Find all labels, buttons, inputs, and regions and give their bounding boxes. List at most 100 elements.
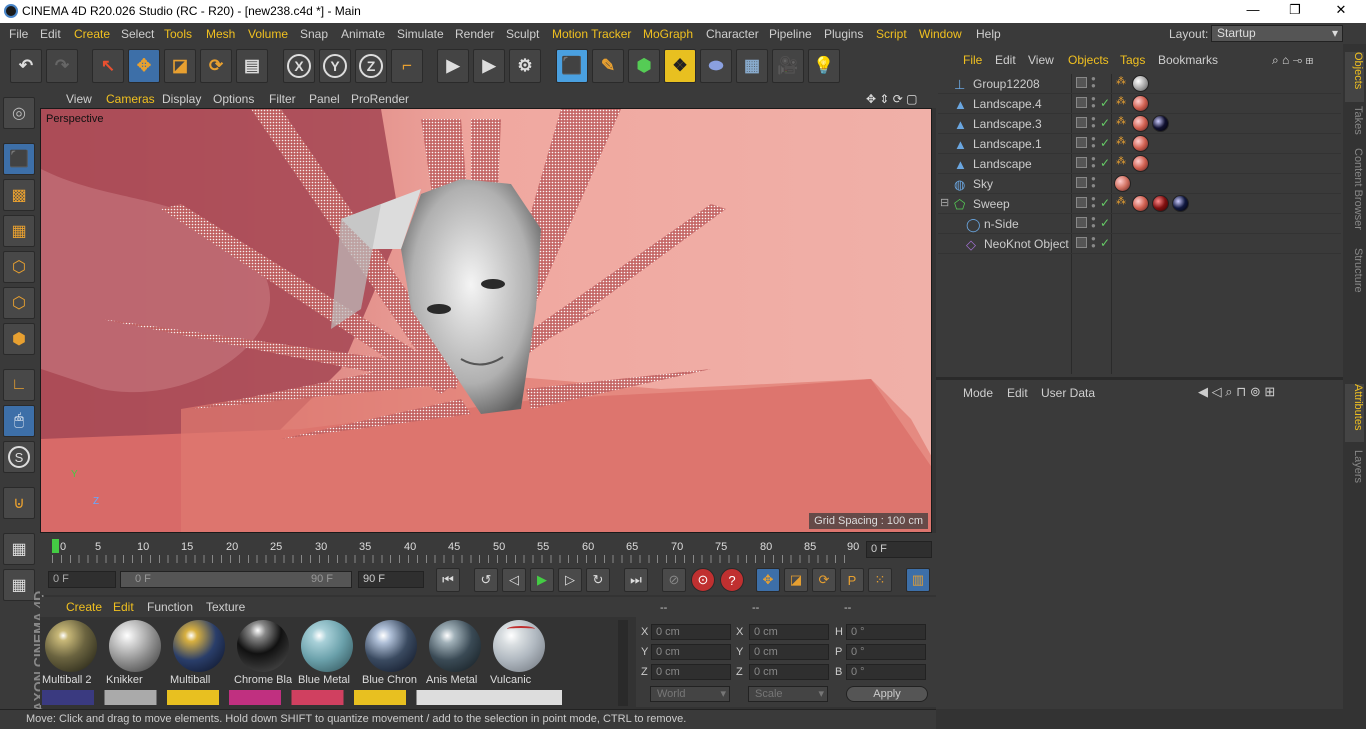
material-tag[interactable] [1132, 135, 1149, 152]
tab-takes[interactable]: Takes [1345, 106, 1364, 142]
visibility-dots[interactable]: ● ● [1091, 135, 1097, 151]
live-selection-button[interactable]: ↖ [92, 49, 124, 83]
visibility-dots[interactable]: ● ● [1091, 175, 1097, 191]
phong-tag-icon[interactable]: ⁂ [1116, 76, 1130, 90]
key-rotation-button[interactable]: ⟳ [812, 568, 836, 592]
size-x-field[interactable]: 0 cm [749, 624, 829, 640]
material-tag[interactable] [1152, 115, 1169, 132]
object-row-landscape4[interactable]: ▲ Landscape.4 ● ● ✓ ⁂ [938, 94, 1341, 114]
layer-swatch[interactable] [1076, 117, 1087, 128]
object-menu-file[interactable]: File [963, 53, 982, 67]
record-disabled-button[interactable]: ⊘ [662, 568, 686, 592]
menu-select[interactable]: Select [121, 27, 154, 41]
menu-help[interactable]: Help [976, 27, 1001, 41]
material-menu-create[interactable]: Create [66, 600, 102, 614]
size-y-field[interactable]: 0 cm [749, 644, 829, 660]
workplane-mode-button[interactable]: ▦ [3, 215, 35, 247]
object-row-group12208[interactable]: ⊥ Group12208 ● ● ⁂ [938, 74, 1341, 94]
playhead-marker[interactable] [52, 539, 59, 553]
visibility-dots[interactable]: ● ● [1091, 95, 1097, 111]
restore-button[interactable]: ❐ [1280, 2, 1310, 20]
tab-objects[interactable]: Objects [1345, 52, 1364, 102]
polygons-mode-button[interactable]: ⬢ [3, 323, 35, 355]
menu-volume[interactable]: Volume [248, 27, 288, 41]
attribute-menu-edit[interactable]: Edit [1007, 386, 1028, 400]
object-manager-tool-icons[interactable]: ⌕ ⌂ ⊸ ⊞ [1272, 53, 1313, 68]
viewport-menu-panel[interactable]: Panel [309, 92, 340, 106]
redo-button[interactable]: ↷ [46, 49, 78, 83]
material-swatch[interactable]: Anis Metal [426, 620, 484, 686]
size-mode-select[interactable]: Scale ▾ [748, 686, 828, 702]
model-mode-button[interactable]: ⬛ [3, 143, 35, 175]
deformer-button[interactable]: ⬬ [700, 49, 732, 83]
menu-plugins[interactable]: Plugins [824, 27, 863, 41]
material-swatch[interactable]: Chrome Bla [234, 620, 292, 686]
layer-swatch[interactable] [1076, 237, 1087, 248]
object-menu-view[interactable]: View [1028, 53, 1054, 67]
layer-swatch[interactable] [1076, 97, 1087, 108]
tab-attributes[interactable]: Attributes [1345, 384, 1364, 442]
next-keyframe-button[interactable]: ↻ [586, 568, 610, 592]
light-button[interactable]: 💡 [808, 49, 840, 83]
current-frame-field[interactable]: 0 F [866, 541, 932, 558]
object-menu-bookmarks[interactable]: Bookmarks [1158, 53, 1218, 67]
phong-tag-icon[interactable]: ⁂ [1116, 96, 1130, 110]
object-row-neoknot[interactable]: ◇ NeoKnot Object ● ● ✓ [938, 234, 1341, 254]
attribute-menu-user-data[interactable]: User Data [1041, 386, 1095, 400]
pen-button[interactable]: ✎ [592, 49, 624, 83]
menu-mesh[interactable]: Mesh [206, 27, 235, 41]
start-frame-field[interactable]: 0 F [48, 571, 116, 588]
move-tool-button[interactable]: ✥ [128, 49, 160, 83]
recent-tools-button[interactable]: ▤ [236, 49, 268, 83]
snap-button[interactable]: ⊍ [3, 487, 35, 519]
object-row-nside[interactable]: ◯ n-Side ● ● ✓ [938, 214, 1341, 234]
object-row-landscape3[interactable]: ▲ Landscape.3 ● ● ✓ ⁂ [938, 114, 1341, 134]
material-tag[interactable] [1172, 195, 1189, 212]
minimize-button[interactable]: — [1238, 2, 1268, 20]
cube-button[interactable]: ⬛ [556, 49, 588, 83]
visibility-dots[interactable]: ● ● [1091, 215, 1097, 231]
menu-file[interactable]: File [9, 27, 28, 41]
material-tag[interactable] [1152, 195, 1169, 212]
material-menu-texture[interactable]: Texture [206, 600, 245, 614]
layer-swatch[interactable] [1076, 137, 1087, 148]
material-swatch[interactable]: Knikker [106, 620, 164, 686]
object-menu-edit[interactable]: Edit [995, 53, 1016, 67]
object-menu-objects[interactable]: Objects [1068, 53, 1109, 67]
edges-mode-button[interactable]: ⬡ [3, 287, 35, 319]
material-menu-function[interactable]: Function [147, 600, 193, 614]
y-axis-button[interactable]: Y [319, 49, 351, 83]
enabled-check-icon[interactable]: ✓ [1100, 136, 1110, 150]
position-y-field[interactable]: 0 cm [651, 644, 731, 660]
menu-window[interactable]: Window [919, 27, 962, 41]
visibility-dots[interactable]: ● ● [1091, 115, 1097, 131]
key-position-button[interactable]: ✥ [756, 568, 780, 592]
object-row-landscape1[interactable]: ▲ Landscape.1 ● ● ✓ ⁂ [938, 134, 1341, 154]
visibility-dots[interactable]: ● ● [1091, 235, 1097, 251]
material-scrollbar[interactable] [618, 620, 628, 706]
material-tag[interactable] [1114, 175, 1131, 192]
rotate-tool-button[interactable]: ⟳ [200, 49, 232, 83]
viewport-menu-options[interactable]: Options [213, 92, 254, 106]
rotation-b-field[interactable]: 0 ° [846, 664, 926, 680]
object-row-sweep[interactable]: ⊟ ⬠ Sweep ● ● ✓ ⁂ [938, 194, 1341, 214]
coordinate-system-button[interactable]: ⌐ [391, 49, 423, 83]
go-to-end-button[interactable]: ⏭ [624, 568, 648, 592]
menu-render[interactable]: Render [455, 27, 494, 41]
layer-swatch[interactable] [1076, 217, 1087, 228]
menu-tools[interactable]: Tools [164, 27, 192, 41]
autokeying-button[interactable]: ? [720, 568, 744, 592]
phong-tag-icon[interactable]: ⁂ [1116, 116, 1130, 130]
enabled-check-icon[interactable]: ✓ [1100, 116, 1110, 130]
next-frame-button[interactable]: ▷ [558, 568, 582, 592]
rotation-p-field[interactable]: 0 ° [846, 644, 926, 660]
object-row-sky[interactable]: ◍ Sky ● ● [938, 174, 1341, 194]
material-swatch[interactable]: Blue Metal [298, 620, 356, 686]
x-axis-button[interactable]: X [283, 49, 315, 83]
cloner-button[interactable]: ❖ [664, 49, 696, 83]
enabled-check-icon[interactable]: ✓ [1100, 156, 1110, 170]
enabled-check-icon[interactable]: ✓ [1100, 96, 1110, 110]
menu-motion-tracker[interactable]: Motion Tracker [552, 27, 631, 41]
enabled-check-icon[interactable]: ✓ [1100, 216, 1110, 230]
menu-simulate[interactable]: Simulate [397, 27, 444, 41]
